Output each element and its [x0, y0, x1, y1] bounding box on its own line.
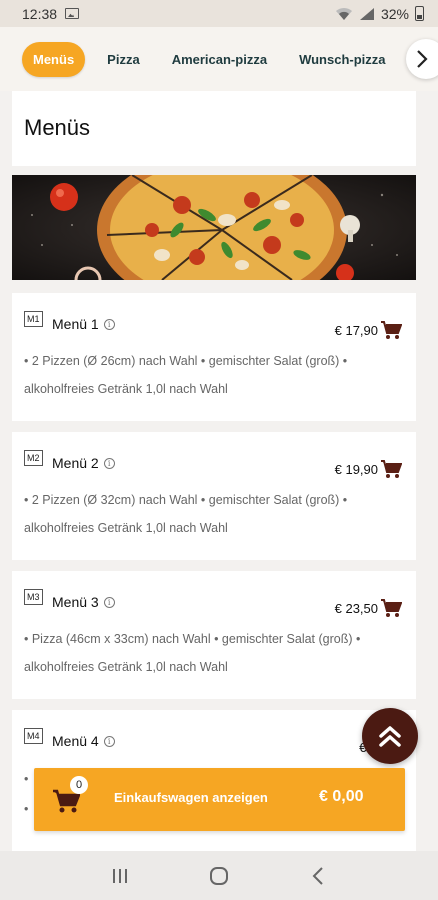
menu-name-text: Menü 4 — [52, 733, 99, 749]
image-icon — [65, 8, 80, 19]
home-icon — [209, 866, 228, 885]
menu-item[interactable]: M1 Menü 1 i € 17,90 • 2 Pizzen (Ø 26cm) n… — [12, 293, 416, 421]
menu-name: Menü 3 i — [52, 594, 115, 610]
pizza-illustration — [12, 175, 416, 280]
back-button[interactable] — [306, 864, 330, 888]
cart-icon[interactable] — [380, 320, 402, 340]
cart-count-badge: 0 — [70, 776, 88, 794]
tab-menus[interactable]: Menüs — [22, 41, 86, 77]
scroll-top-button[interactable] — [362, 708, 418, 764]
view-cart-button[interactable]: 0 Einkaufswagen anzeigen € 0,00 — [34, 768, 405, 831]
system-nav-bar — [0, 851, 438, 900]
wifi-icon — [335, 7, 352, 20]
home-button[interactable] — [207, 864, 231, 888]
menu-code: M2 — [24, 450, 43, 466]
menu-price: € 19,90 — [334, 462, 378, 477]
back-icon — [312, 866, 324, 885]
cart-icon[interactable] — [380, 598, 402, 618]
menu-name: Menü 2 i — [52, 455, 115, 471]
menu-price: € 17,90 — [334, 323, 378, 338]
battery-icon — [415, 6, 424, 21]
status-bar: 12:38 32% — [0, 0, 438, 27]
recents-icon — [112, 868, 127, 883]
menu-code: M1 — [24, 311, 43, 327]
menu-code: M3 — [24, 589, 43, 605]
menu-name: Menü 4 i — [52, 733, 115, 749]
tab-wunsch-pizza[interactable]: Wunsch-pizza — [299, 52, 385, 67]
cart-icon[interactable] — [380, 459, 402, 479]
menu-description: • 2 Pizzen (Ø 26cm) nach Wahl • gemischt… — [24, 354, 348, 396]
page-title: Menüs — [24, 115, 91, 140]
recents-button[interactable] — [108, 864, 132, 888]
menu-name-text: Menü 3 — [52, 594, 99, 610]
cart-total: € 0,00 — [319, 788, 364, 805]
info-icon[interactable]: i — [103, 596, 115, 608]
status-time: 12:38 — [22, 5, 58, 22]
signal-icon — [359, 7, 374, 20]
battery-percent: 32% — [380, 5, 409, 22]
menu-description: • Pizza (46cm x 33cm) nach Wahl • gemisc… — [24, 632, 361, 674]
cart-label: Einkaufswagen anzeigen — [114, 790, 268, 805]
info-icon[interactable]: i — [103, 318, 115, 330]
category-banner-image — [12, 175, 416, 280]
double-chevron-up-icon — [379, 726, 401, 747]
menu-description: • 2 Pizzen (Ø 32cm) nach Wahl • gemischt… — [24, 493, 348, 535]
info-icon[interactable]: i — [103, 735, 115, 747]
category-nav: Menüs Pizza American-pizza Wunsch-pizza — [0, 27, 438, 91]
menu-code: M4 — [24, 728, 43, 744]
status-right: 32% — [335, 6, 424, 22]
chevron-right-icon — [417, 50, 428, 68]
main-content: Menüs M1 Menü 1 i € 17,90 • 2 Pizzen (Ø … — [12, 91, 416, 851]
title-card: Menüs — [12, 91, 416, 166]
info-icon[interactable]: i — [103, 457, 115, 469]
menu-name-text: Menü 2 — [52, 455, 99, 471]
menu-price: € 23,50 — [334, 601, 378, 616]
menu-name: Menü 1 i — [52, 316, 115, 332]
menu-item[interactable]: M2 Menü 2 i € 19,90 • 2 Pizzen (Ø 32cm) n… — [12, 432, 416, 560]
tab-pizza[interactable]: Pizza — [107, 52, 140, 67]
menu-name-text: Menü 1 — [52, 316, 99, 332]
scroll-right-button[interactable] — [406, 39, 438, 79]
tab-american-pizza[interactable]: American-pizza — [172, 52, 267, 67]
menu-item[interactable]: M3 Menü 3 i € 23,50 • Pizza (46cm x 33cm)… — [12, 571, 416, 699]
